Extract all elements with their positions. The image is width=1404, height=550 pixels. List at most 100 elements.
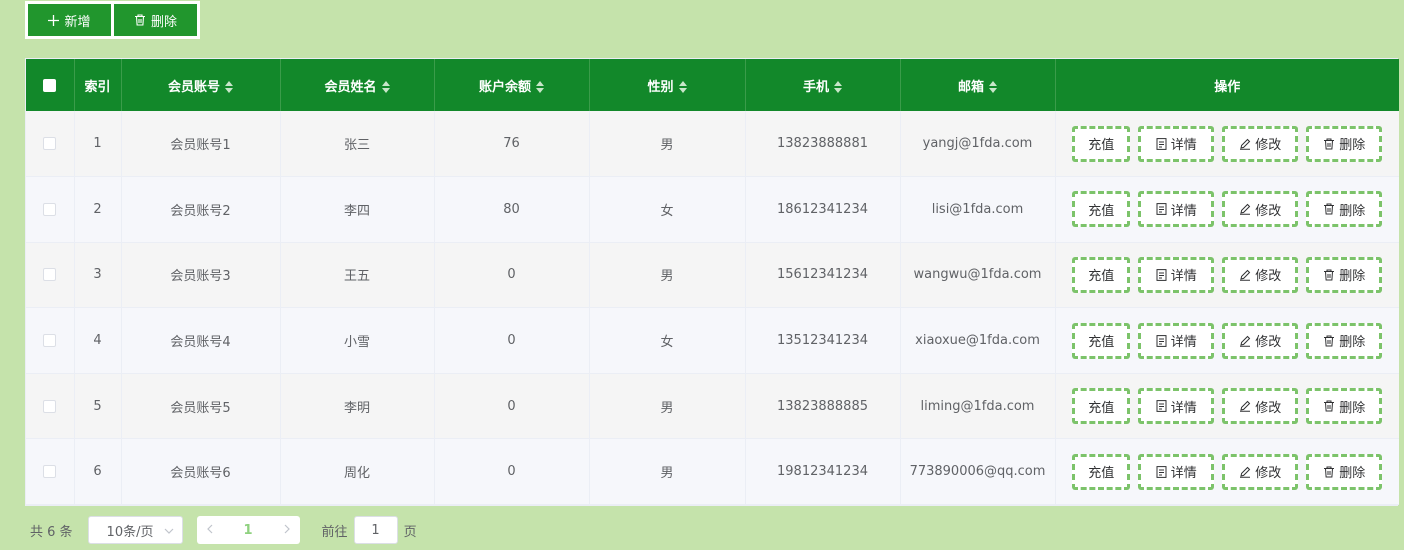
cell-phone: 19812341234 — [745, 438, 901, 506]
cell-gender: 男 — [589, 111, 746, 178]
row-delete-button[interactable]: 删除 — [1306, 125, 1383, 162]
cell-email: 773890006@qq.com — [900, 438, 1056, 506]
edit-button[interactable]: 修改 — [1222, 125, 1299, 162]
plus-icon — [48, 14, 60, 26]
row-checkbox[interactable] — [43, 202, 57, 216]
member-table: 索引 会员账号 会员姓名 账户余额 性别 手机 邮箱 操作 1 会员账号1 张三… — [25, 58, 1399, 506]
edit-button[interactable]: 修改 — [1222, 453, 1299, 490]
trash-icon — [1323, 400, 1335, 412]
cell-index: 5 — [74, 373, 122, 440]
cell-email: xiaoxue@1fda.com — [900, 307, 1056, 374]
cell-phone: 18612341234 — [745, 176, 901, 243]
recharge-button[interactable]: 充值 — [1072, 125, 1131, 162]
sort-icon[interactable] — [536, 81, 544, 93]
pencil-icon — [1239, 335, 1251, 347]
cell-email: lisi@1fda.com — [900, 176, 1056, 243]
sort-icon[interactable] — [989, 81, 997, 93]
pencil-icon — [1239, 466, 1251, 478]
row-checkbox[interactable] — [43, 334, 57, 348]
document-icon — [1156, 269, 1167, 281]
recharge-button[interactable]: 充值 — [1072, 256, 1131, 293]
cell-name: 周化 — [280, 438, 435, 506]
current-page[interactable]: 1 — [244, 523, 253, 538]
edit-button[interactable]: 修改 — [1222, 388, 1299, 425]
table-row: 2 会员账号2 李四 80 女 18612341234 lisi@1fda.co… — [26, 176, 1399, 243]
cell-index: 3 — [74, 242, 122, 309]
edit-button[interactable]: 修改 — [1222, 191, 1299, 228]
cell-ops: 充值 详情 修改 删除 — [1055, 307, 1399, 374]
cell-index: 1 — [74, 111, 122, 178]
row-delete-button[interactable]: 删除 — [1306, 453, 1383, 490]
edit-button[interactable]: 修改 — [1222, 256, 1299, 293]
header-phone[interactable]: 手机 — [745, 59, 901, 111]
cell-account: 会员账号1 — [121, 111, 281, 178]
header-ops: 操作 — [1214, 79, 1241, 95]
delete-button[interactable]: 删除 — [114, 4, 197, 36]
add-button-label: 新增 — [64, 14, 91, 30]
detail-button[interactable]: 详情 — [1138, 388, 1215, 425]
row-delete-button[interactable]: 删除 — [1306, 191, 1383, 228]
sort-icon[interactable] — [225, 81, 233, 93]
row-checkbox[interactable] — [43, 399, 57, 413]
recharge-button[interactable]: 充值 — [1072, 191, 1131, 228]
row-select-cell[interactable] — [26, 373, 75, 440]
trash-icon — [1323, 203, 1335, 215]
cell-name: 张三 — [280, 111, 435, 178]
row-delete-button[interactable]: 删除 — [1306, 322, 1383, 359]
row-checkbox[interactable] — [43, 137, 57, 151]
cell-gender: 女 — [589, 307, 746, 374]
document-icon — [1156, 137, 1167, 150]
cell-phone: 13823888885 — [745, 373, 901, 440]
header-gender[interactable]: 性别 — [589, 59, 746, 111]
row-select-cell[interactable] — [26, 307, 75, 374]
cell-phone: 13823888881 — [745, 111, 901, 178]
cell-account: 会员账号5 — [121, 373, 281, 440]
goto-page-input[interactable]: 1 — [353, 516, 398, 544]
cell-email: yangj@1fda.com — [900, 111, 1056, 178]
cell-name: 小雪 — [280, 307, 435, 374]
cell-name: 李明 — [280, 373, 435, 440]
pencil-icon — [1239, 269, 1251, 281]
cell-balance: 80 — [434, 176, 590, 243]
cell-ops: 充值 详情 修改 删除 — [1055, 242, 1399, 309]
page-unit-label: 页 — [403, 524, 417, 540]
edit-button[interactable]: 修改 — [1222, 322, 1299, 359]
select-all-header[interactable] — [26, 59, 75, 111]
row-select-cell[interactable] — [26, 242, 75, 309]
table-row: 3 会员账号3 王五 0 男 15612341234 wangwu@1fda.c… — [26, 242, 1399, 309]
cell-gender: 女 — [589, 176, 746, 243]
recharge-button[interactable]: 充值 — [1072, 388, 1131, 425]
detail-button[interactable]: 详情 — [1138, 191, 1215, 228]
sort-icon[interactable] — [678, 81, 687, 93]
sort-icon[interactable] — [381, 81, 390, 93]
header-name[interactable]: 会员姓名 — [280, 59, 435, 111]
recharge-button[interactable]: 充值 — [1072, 453, 1131, 490]
page-nav: 1 — [196, 516, 300, 544]
page-size-select[interactable]: 10条/页 — [87, 516, 183, 544]
trash-icon — [1323, 466, 1335, 478]
select-all-checkbox[interactable] — [43, 78, 57, 92]
detail-button[interactable]: 详情 — [1138, 322, 1215, 359]
recharge-button[interactable]: 充值 — [1072, 322, 1131, 359]
detail-button[interactable]: 详情 — [1138, 453, 1215, 490]
header-account[interactable]: 会员账号 — [121, 59, 281, 111]
add-button[interactable]: 新增 — [28, 4, 111, 36]
header-balance[interactable]: 账户余额 — [434, 59, 590, 111]
chevron-right-icon[interactable] — [284, 523, 290, 538]
cell-name: 李四 — [280, 176, 435, 243]
row-delete-button[interactable]: 删除 — [1306, 388, 1383, 425]
row-delete-button[interactable]: 删除 — [1306, 256, 1383, 293]
detail-button[interactable]: 详情 — [1138, 256, 1215, 293]
sort-icon[interactable] — [834, 81, 842, 93]
header-email[interactable]: 邮箱 — [900, 59, 1056, 111]
row-select-cell[interactable] — [26, 111, 75, 178]
row-checkbox[interactable] — [43, 465, 57, 479]
cell-account: 会员账号6 — [121, 438, 281, 506]
row-select-cell[interactable] — [26, 176, 75, 243]
cell-balance: 0 — [434, 307, 590, 374]
row-select-cell[interactable] — [26, 438, 75, 506]
row-checkbox[interactable] — [43, 268, 57, 282]
detail-button[interactable]: 详情 — [1138, 125, 1215, 162]
chevron-left-icon[interactable] — [206, 523, 213, 538]
table-header-row: 索引 会员账号 会员姓名 账户余额 性别 手机 邮箱 操作 — [26, 59, 1399, 111]
